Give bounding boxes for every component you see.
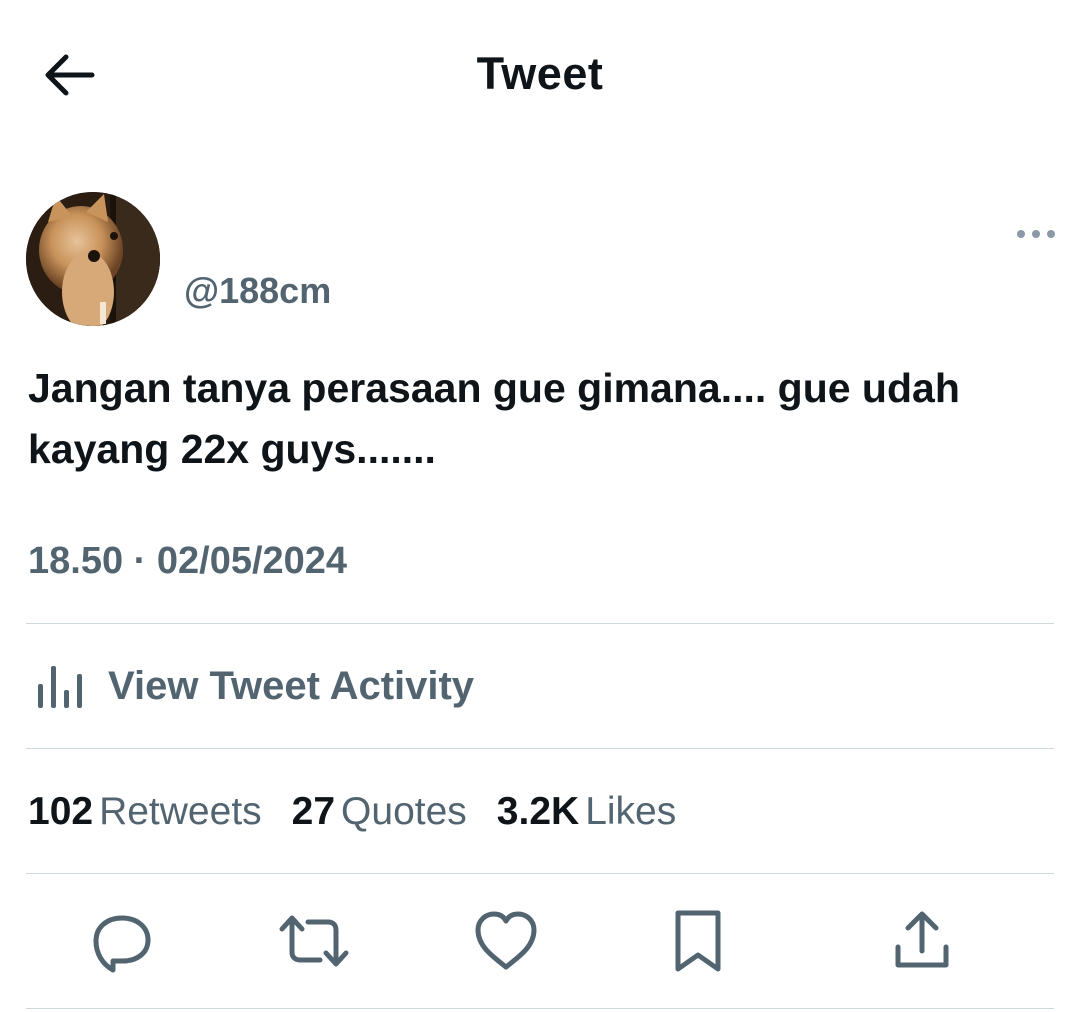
retweet-button[interactable]	[278, 905, 350, 977]
engagement-stats: 102 Retweets 27 Quotes 3.2K Likes	[28, 790, 706, 840]
like-button[interactable]	[470, 905, 542, 977]
share-icon	[895, 911, 949, 968]
heart-icon	[475, 911, 537, 970]
cat-photo-avatar	[26, 192, 160, 326]
divider	[26, 748, 1054, 749]
quotes-count: 27	[291, 790, 336, 833]
reply-icon	[93, 915, 151, 973]
view-tweet-activity-label: View Tweet Activity	[108, 664, 475, 708]
view-tweet-activity-button[interactable]: View Tweet Activity	[26, 650, 1054, 726]
more-options-button[interactable]	[1014, 222, 1058, 246]
tweet-action-bar	[0, 905, 1080, 977]
quotes-stat[interactable]: 27 Quotes	[292, 790, 467, 834]
author-handle[interactable]: @188cm	[184, 270, 331, 312]
tweet-author: @188cm	[26, 192, 1056, 327]
retweets-label: Retweets	[99, 790, 262, 833]
page-title: Tweet	[476, 48, 604, 99]
divider	[26, 1008, 1054, 1009]
bookmark-icon	[675, 910, 721, 972]
tweet-text: Jangan tanya perasaan gue gimana.... gue…	[28, 365, 960, 472]
avatar[interactable]	[26, 192, 160, 326]
share-button[interactable]	[886, 905, 958, 977]
tweet-timestamp[interactable]: 18.50 · 02/05/2024	[28, 540, 347, 583]
quotes-label: Quotes	[341, 790, 467, 833]
likes-count: 3.2K	[496, 790, 580, 833]
retweets-count: 102	[28, 790, 94, 833]
retweet-icon	[279, 915, 349, 967]
likes-stat[interactable]: 3.2K Likes	[497, 790, 676, 834]
divider	[26, 623, 1054, 624]
top-bar: Tweet	[0, 0, 1080, 150]
bookmark-button[interactable]	[662, 905, 734, 977]
analytics-bars-icon	[38, 666, 82, 708]
reply-button[interactable]	[86, 905, 158, 977]
more-horizontal-icon	[1017, 230, 1055, 238]
likes-label: Likes	[585, 790, 677, 833]
retweets-stat[interactable]: 102 Retweets	[28, 790, 262, 834]
divider	[26, 873, 1054, 874]
